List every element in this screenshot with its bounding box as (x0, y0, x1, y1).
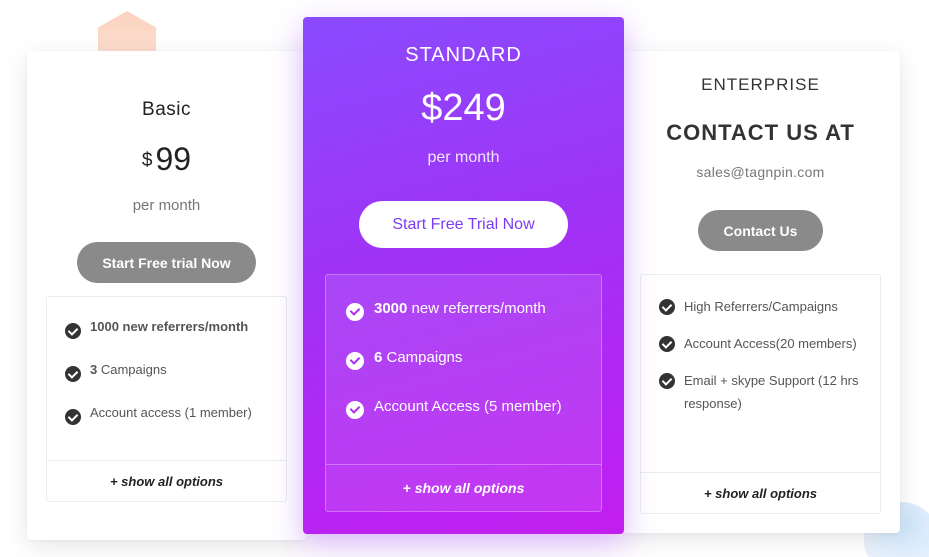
feature-list: 1000 new referrers/month 3 Campaigns Acc… (65, 319, 276, 448)
feature-item: Email + skype Support (12 hrs response) (659, 369, 870, 415)
check-circle-icon (659, 299, 675, 315)
check-circle-icon (65, 366, 81, 382)
feature-list: 3000 new referrers/month 6 Campaigns Acc… (346, 300, 591, 447)
check-circle-icon (346, 303, 364, 321)
contact-heading: CONTACT US AT (666, 120, 855, 145)
pricing-card-standard: STANDARD $249 per month Start Free Trial… (303, 17, 624, 534)
feature-item: High Referrers/Campaigns (659, 295, 870, 318)
show-all-options-link[interactable]: + show all options (641, 472, 880, 513)
pricing-card-basic: Basic $99 per month Start Free trial Now… (27, 51, 306, 540)
billing-period: per month (427, 149, 500, 166)
feature-item: Account Access(20 members) (659, 332, 870, 355)
feature-text: Campaigns (97, 362, 167, 377)
contact-us-button[interactable]: Contact Us (698, 210, 823, 251)
feature-item: 3 Campaigns (65, 362, 276, 382)
feature-text: Campaigns (382, 349, 463, 366)
feature-text: Email + skype Support (12 hrs response) (684, 373, 859, 411)
billing-period: per month (132, 197, 201, 214)
plan-title: STANDARD (405, 44, 522, 66)
currency-symbol: $ (141, 150, 153, 171)
feature-item: 3000 new referrers/month (346, 300, 591, 321)
start-free-trial-button[interactable]: Start Free trial Now (77, 242, 256, 283)
check-circle-icon (346, 401, 364, 419)
plan-price: $249 (421, 87, 506, 129)
pricing-card-enterprise: ENTERPRISE CONTACT US AT sales@tagnpin.c… (621, 51, 900, 533)
contact-email: sales@tagnpin.com (696, 164, 825, 180)
plan-price: $99 (27, 141, 306, 178)
price-amount: 99 (155, 141, 192, 177)
feature-text: 1000 new referrers/month (90, 319, 249, 334)
check-circle-icon (346, 352, 364, 370)
check-circle-icon (65, 409, 81, 425)
features-box: 3000 new referrers/month 6 Campaigns Acc… (325, 274, 602, 512)
show-all-options-link[interactable]: + show all options (326, 464, 601, 511)
show-all-options-link[interactable]: + show all options (47, 460, 286, 501)
feature-item: 1000 new referrers/month (65, 319, 276, 339)
plan-title: ENTERPRISE (701, 75, 820, 94)
feature-item: Account access (1 member) (65, 405, 276, 425)
feature-text: High Referrers/Campaigns (684, 299, 838, 314)
feature-text: Account Access(20 members) (684, 336, 857, 351)
check-circle-icon (65, 323, 81, 339)
feature-item: 6 Campaigns (346, 349, 591, 370)
check-circle-icon (659, 336, 675, 352)
feature-highlight: 3000 (374, 300, 408, 317)
feature-text: Account Access (5 member) (374, 398, 562, 415)
features-box: High Referrers/Campaigns Account Access(… (640, 274, 881, 514)
feature-item: Account Access (5 member) (346, 398, 591, 419)
check-circle-icon (659, 373, 675, 389)
start-free-trial-button[interactable]: Start Free Trial Now (359, 201, 568, 248)
feature-list: High Referrers/Campaigns Account Access(… (659, 295, 870, 429)
feature-text: Account access (1 member) (90, 405, 252, 420)
features-box: 1000 new referrers/month 3 Campaigns Acc… (46, 296, 287, 502)
plan-title: Basic (142, 99, 191, 120)
feature-text: new referrers/month (407, 300, 546, 317)
